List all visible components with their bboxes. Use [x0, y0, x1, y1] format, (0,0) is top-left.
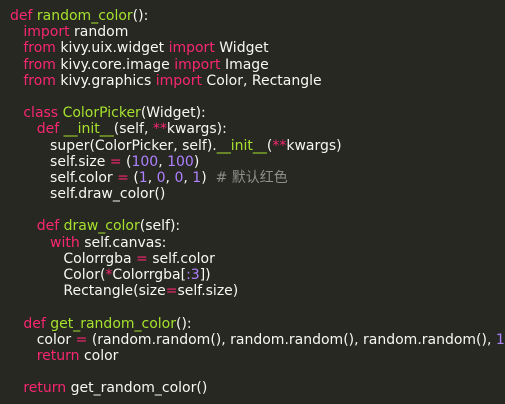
code-line: def random_color(): — [10, 8, 505, 24]
code-token: import — [155, 72, 207, 89]
code-token: ]) — [199, 267, 211, 283]
code-editor[interactable]: def random_color(): import random from k… — [0, 0, 505, 404]
code-token: get_random_color — [50, 315, 176, 332]
code-token: return — [10, 380, 71, 397]
code-token: = — [165, 283, 178, 300]
code-token: import — [10, 24, 75, 41]
code-token: ) — [193, 153, 200, 170]
code-line: def __init__(self, **kwargs): — [10, 121, 505, 137]
code-token: kivy.uix.widget — [60, 40, 169, 57]
code-line: with self.canvas: — [10, 235, 505, 251]
code-token: , — [183, 169, 193, 186]
code-token: (): — [176, 315, 192, 332]
code-token: = — [75, 331, 92, 348]
code-token: , — [158, 153, 168, 170]
code-token: self.color — [10, 169, 118, 186]
code-token: 100 — [167, 153, 194, 170]
code-token: (self, — [113, 121, 153, 138]
code-line: self.size = (100, 100) — [10, 154, 505, 170]
code-token: , — [147, 169, 157, 186]
code-token: ) — [201, 169, 216, 186]
code-token: from — [10, 40, 61, 57]
code-token: Color, Rectangle — [206, 72, 322, 89]
code-token: kivy.graphics — [60, 72, 156, 89]
code-token: 1 — [138, 169, 148, 186]
code-token: return — [10, 347, 84, 364]
code-token: random — [74, 24, 129, 41]
code-token: self.draw_color() — [10, 186, 166, 203]
code-token: from — [10, 72, 61, 89]
code-line: from kivy.uix.widget import Widget — [10, 40, 505, 56]
code-line: Colorrgba = self.color — [10, 251, 505, 267]
code-token: import — [168, 40, 220, 57]
code-line: def draw_color(self): — [10, 218, 505, 234]
code-line: Color(*Colorrgba[:3]) — [10, 267, 505, 283]
code-line: from kivy.core.image import Image — [10, 57, 505, 73]
code-token: ** — [272, 137, 287, 154]
code-token: draw_color — [63, 218, 140, 235]
code-token: 0 — [156, 169, 166, 186]
code-token: 1 — [495, 331, 505, 348]
code-token: __init__ — [216, 137, 267, 154]
code-token: = — [136, 250, 153, 267]
code-token: self.color — [152, 250, 215, 267]
code-token: __init__ — [63, 121, 114, 138]
code-line: import random — [10, 24, 505, 40]
code-token: self.canvas: — [84, 234, 167, 251]
code-token: class — [10, 105, 63, 122]
code-line: return get_random_color() — [10, 380, 505, 396]
code-token: import — [174, 56, 225, 73]
code-token: (): — [132, 8, 149, 24]
code-token: color — [83, 347, 119, 364]
code-line: class ColorPicker(Widget): — [10, 105, 505, 121]
code-token: Widget — [219, 40, 269, 57]
code-token: # 默认红色 — [215, 169, 288, 186]
code-token: def — [10, 8, 37, 24]
code-token: (random.random(), random.random(), rando… — [91, 331, 496, 348]
code-line: self.draw_color() — [10, 186, 505, 202]
code-token: random_color — [36, 8, 133, 24]
code-token: :3 — [186, 267, 200, 283]
code-line: self.color = (1, 0, 0, 1) # 默认红色 — [10, 170, 505, 186]
code-token: with — [10, 234, 85, 251]
code-token: 1 — [192, 169, 202, 186]
code-token: self.size) — [177, 283, 239, 300]
code-token: = — [117, 169, 134, 186]
code-token: def — [10, 315, 51, 332]
code-token: Image — [224, 56, 269, 73]
code-token: 100 — [131, 153, 159, 170]
code-line: from kivy.graphics import Color, Rectang… — [10, 73, 505, 89]
code-token: ** — [152, 121, 167, 138]
code-token: (Widget): — [140, 105, 206, 122]
code-token: Color( — [10, 267, 106, 283]
code-token: Rectangle(size — [10, 283, 166, 300]
code-token: kwargs): — [166, 121, 227, 138]
code-line: Rectangle(size=self.size) — [10, 283, 505, 299]
code-line: def get_random_color(): — [10, 316, 505, 332]
code-token: get_random_color() — [70, 380, 208, 397]
code-line: color = (random.random(), random.random(… — [10, 332, 505, 348]
code-token: def — [10, 121, 64, 138]
code-token: ColorPicker — [62, 105, 141, 122]
code-token: Colorrgba — [10, 250, 137, 267]
code-token: color — [10, 331, 76, 348]
code-token: super(ColorPicker, self). — [10, 137, 217, 154]
code-line: return color — [10, 348, 505, 364]
code-line: super(ColorPicker, self).__init__(**kwar… — [10, 138, 505, 154]
code-token: def — [10, 218, 64, 235]
code-token: Colorrgba[ — [112, 267, 187, 283]
code-token: kivy.core.image — [60, 56, 175, 73]
code-token: self.size — [10, 153, 110, 170]
code-token: kwargs) — [286, 137, 342, 154]
code-token: (self): — [139, 218, 181, 235]
code-token: = — [109, 153, 126, 170]
code-token: from — [10, 56, 61, 73]
